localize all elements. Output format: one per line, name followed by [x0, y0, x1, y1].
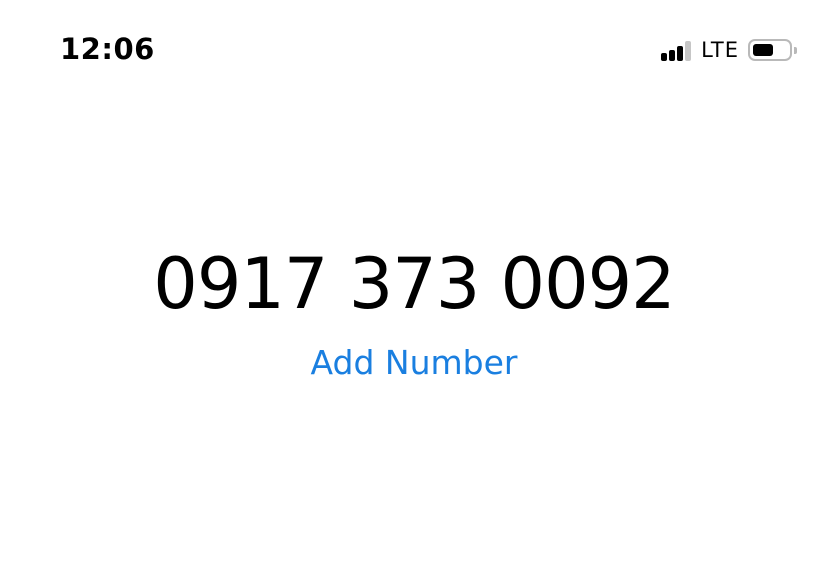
- add-number-link[interactable]: Add Number: [311, 343, 518, 382]
- dialed-number: 0917 373 0092: [153, 243, 675, 325]
- battery-cap: [794, 47, 797, 54]
- status-bar: 12:06 LTE: [0, 0, 828, 100]
- signal-bar: [677, 46, 684, 61]
- cellular-signal-icon: [661, 39, 692, 61]
- signal-bar: [685, 41, 692, 61]
- signal-bar: [661, 53, 668, 61]
- battery-icon: [748, 39, 797, 61]
- add-number-row: Add Number: [0, 341, 828, 385]
- status-time: 12:06: [60, 32, 155, 66]
- network-type-label: LTE: [701, 38, 739, 62]
- battery-level-fill: [753, 44, 773, 56]
- status-indicators: LTE: [661, 36, 797, 64]
- signal-bar: [669, 50, 676, 61]
